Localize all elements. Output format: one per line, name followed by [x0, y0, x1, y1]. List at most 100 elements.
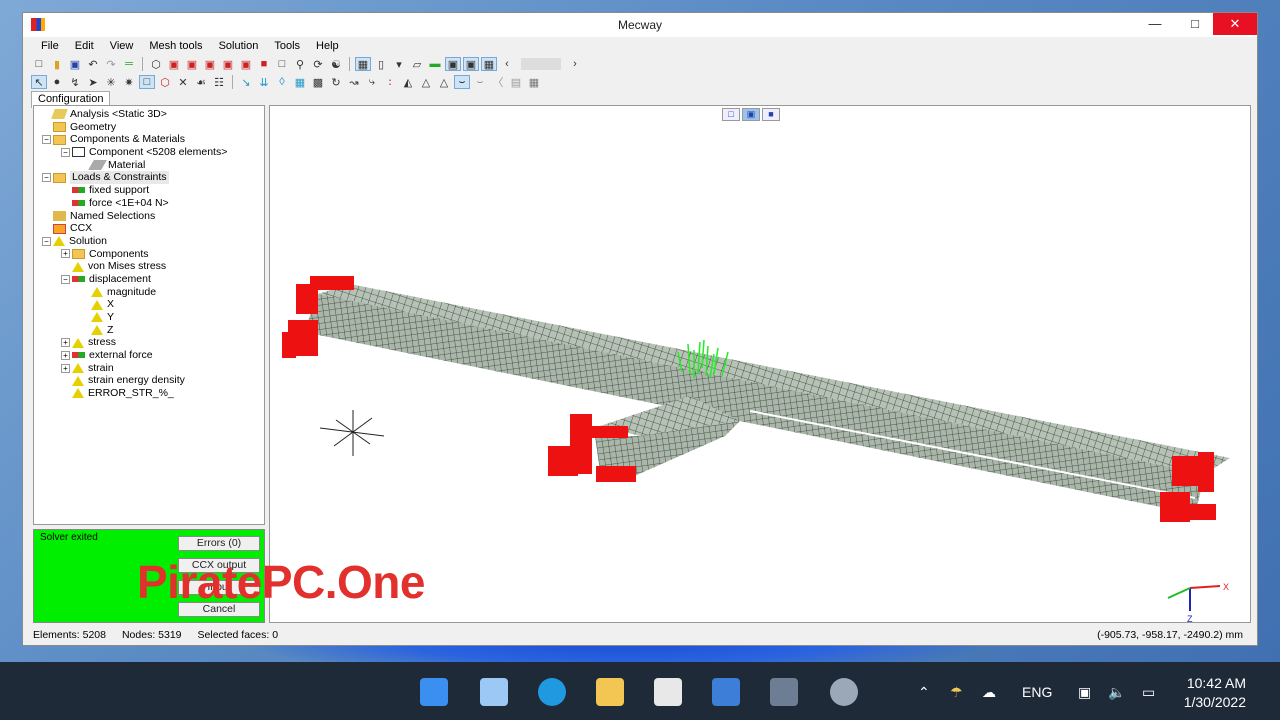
- surface-icon[interactable]: ▬: [427, 57, 443, 71]
- view-bottom-icon[interactable]: ■: [256, 57, 272, 71]
- view-left-icon[interactable]: ▣: [202, 57, 218, 71]
- minimize-button[interactable]: —: [1135, 13, 1175, 35]
- tree-item[interactable]: + Components: [36, 248, 227, 261]
- delete-icon[interactable]: ✕: [175, 75, 191, 89]
- expand-icon[interactable]: +: [61, 249, 70, 259]
- view-front-icon[interactable]: ▣: [166, 57, 182, 71]
- menu-help[interactable]: Help: [308, 40, 347, 52]
- system-clock[interactable]: 10:42 AM 1/30/2022: [1184, 674, 1246, 712]
- solve-icon[interactable]: ═: [121, 57, 137, 71]
- mesh-cube-icon[interactable]: ⬡: [157, 75, 173, 89]
- save-icon[interactable]: ▣: [67, 57, 83, 71]
- menu-edit[interactable]: Edit: [67, 40, 102, 52]
- view-iso-icon[interactable]: ⬡: [148, 57, 164, 71]
- warning-icon[interactable]: △: [418, 75, 434, 89]
- explode-icon[interactable]: ✳: [103, 75, 119, 89]
- tray-chevron-icon[interactable]: ⌃: [918, 684, 930, 701]
- pan-icon[interactable]: ☯: [328, 57, 344, 71]
- tree-item[interactable]: Named Selections: [36, 210, 227, 223]
- dropdown-arrow-icon[interactable]: ▾: [391, 57, 407, 71]
- move-icon[interactable]: ↘: [238, 75, 254, 89]
- view-right-icon[interactable]: ▣: [220, 57, 236, 71]
- redo-icon[interactable]: ↷: [103, 57, 119, 71]
- scroll-left-icon[interactable]: ‹: [499, 57, 515, 71]
- expand-icon[interactable]: +: [61, 363, 70, 373]
- onedrive-cloud-icon[interactable]: ☁: [982, 684, 996, 701]
- expand-icon[interactable]: +: [61, 338, 70, 348]
- split-icon[interactable]: ☙: [193, 75, 209, 89]
- errors-button[interactable]: Errors (0): [178, 536, 260, 551]
- fillet-icon[interactable]: 〈: [490, 75, 506, 89]
- tree-item[interactable]: force <1E+04 N>: [36, 197, 227, 210]
- settings-gear-icon[interactable]: [830, 678, 858, 706]
- tree-item[interactable]: strain energy density: [36, 374, 227, 387]
- extrude-icon[interactable]: ▩: [310, 75, 326, 89]
- menu-mesh-tools[interactable]: Mesh tools: [141, 40, 210, 52]
- zoom-box-icon[interactable]: □: [274, 57, 290, 71]
- tree-item[interactable]: X: [36, 298, 227, 311]
- tree-item[interactable]: fixed support: [36, 184, 227, 197]
- tree-item[interactable]: − Loads & Constraints: [36, 171, 227, 185]
- copy-move-icon[interactable]: ⇊: [256, 75, 272, 89]
- tree-item[interactable]: + strain: [36, 362, 227, 375]
- view-top-icon[interactable]: ▣: [238, 57, 254, 71]
- mirror-icon[interactable]: ◊: [274, 75, 290, 89]
- close-button[interactable]: ✕: [1213, 13, 1257, 35]
- tree-item[interactable]: − Components & Materials: [36, 133, 227, 146]
- select-arrow-icon[interactable]: ↖: [31, 75, 47, 89]
- tree-item[interactable]: + external force: [36, 349, 227, 362]
- merge-icon[interactable]: ⤷: [364, 75, 380, 89]
- triangle-icon[interactable]: △: [436, 75, 452, 89]
- select-node-icon[interactable]: ●: [49, 75, 65, 89]
- menu-file[interactable]: File: [33, 40, 67, 52]
- scroll-right-icon[interactable]: ›: [567, 57, 583, 71]
- tree-item[interactable]: Y: [36, 311, 227, 324]
- tree-item[interactable]: − Component <5208 elements>: [36, 146, 227, 159]
- grid-icon[interactable]: ☷: [211, 75, 227, 89]
- section-icon[interactable]: ▱: [409, 57, 425, 71]
- security-shield-icon[interactable]: ☂: [950, 684, 963, 701]
- collapse-icon[interactable]: −: [42, 173, 51, 183]
- wire-view-icon[interactable]: ▯: [373, 57, 389, 71]
- tree-item[interactable]: Z: [36, 324, 227, 337]
- menu-view[interactable]: View: [102, 40, 142, 52]
- tree-item[interactable]: + stress: [36, 336, 227, 349]
- tree-item[interactable]: Material: [36, 159, 227, 172]
- new-file-icon[interactable]: □: [31, 57, 47, 71]
- undo-icon[interactable]: ↶: [85, 57, 101, 71]
- select-edge-icon[interactable]: ↯: [67, 75, 83, 89]
- revolve-icon[interactable]: ↻: [328, 75, 344, 89]
- collapse-icon[interactable]: −: [61, 274, 70, 284]
- menu-tools[interactable]: Tools: [266, 40, 308, 52]
- toolbar-scroll-track[interactable]: [521, 58, 561, 70]
- sweep-icon[interactable]: ↝: [346, 75, 362, 89]
- language-indicator[interactable]: ENG: [1022, 684, 1052, 700]
- display-mode-2-icon[interactable]: ▣: [463, 57, 479, 71]
- table-view-icon[interactable]: ▤: [508, 75, 524, 89]
- edge-browser-icon[interactable]: [538, 678, 566, 706]
- volume-icon[interactable]: 🔈: [1108, 684, 1125, 701]
- maximize-button[interactable]: □: [1175, 13, 1215, 35]
- collapse-icon[interactable]: −: [42, 236, 51, 246]
- file-explorer-icon[interactable]: [596, 678, 624, 706]
- grid-table-icon[interactable]: ▦: [526, 75, 542, 89]
- network-icon[interactable]: ▣: [1078, 684, 1091, 701]
- collapse-icon[interactable]: −: [61, 147, 70, 157]
- split-node-icon[interactable]: ∶: [382, 75, 398, 89]
- rotate-icon[interactable]: ⟳: [310, 57, 326, 71]
- tree-item[interactable]: CCX: [36, 222, 227, 235]
- 3d-viewport[interactable]: □ ▣ ■ X Z: [269, 105, 1251, 623]
- curve-icon[interactable]: ⌣: [472, 75, 488, 89]
- tree-item[interactable]: ERROR_STR_%_: [36, 387, 227, 400]
- display-mode-3-icon[interactable]: ▦: [481, 57, 497, 71]
- open-folder-icon[interactable]: ▮: [49, 57, 65, 71]
- tree-item[interactable]: − displacement: [36, 273, 227, 286]
- mesh-model[interactable]: X Z: [270, 106, 1250, 622]
- surface-view-icon[interactable]: ⌣: [454, 75, 470, 89]
- display-mode-1-icon[interactable]: ▣: [445, 57, 461, 71]
- tree-item[interactable]: − Solution: [36, 235, 227, 248]
- collapse-icon[interactable]: −: [42, 135, 51, 145]
- expand-icon[interactable]: +: [61, 350, 70, 360]
- tree-item[interactable]: Geometry: [36, 121, 227, 134]
- scale-icon[interactable]: ▦: [292, 75, 308, 89]
